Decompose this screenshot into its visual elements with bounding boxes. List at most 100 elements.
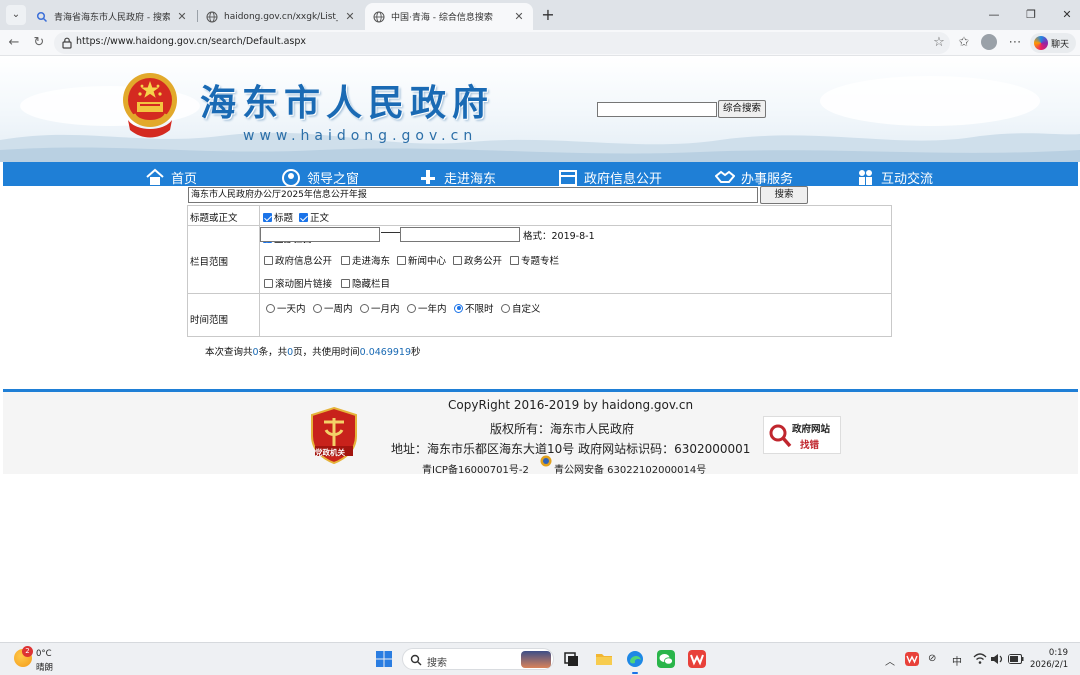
radio-label: 自定义 xyxy=(512,304,541,315)
search-highlight-image xyxy=(521,651,551,668)
windows-start-icon[interactable] xyxy=(375,650,393,668)
badge-line2: 找错 xyxy=(800,440,820,451)
wps-tray-icon[interactable] xyxy=(905,652,919,666)
scope-news-checkbox[interactable]: 新闻中心 xyxy=(397,253,446,267)
time-one-year-radio[interactable]: 一年内 xyxy=(407,301,447,315)
nav-item-home[interactable]: 首页 xyxy=(145,168,197,186)
checkbox-box[interactable] xyxy=(299,212,308,222)
network-off-icon[interactable]: ⊘ xyxy=(928,653,936,664)
weather-condition: 晴朗 xyxy=(36,663,54,673)
tab-qinghai-search[interactable]: 中国·青海 - 综合信息搜索 ✕ xyxy=(365,3,533,30)
volume-icon[interactable] xyxy=(990,653,1004,665)
checkbox-box[interactable] xyxy=(264,278,273,288)
copilot-chat-button[interactable]: 聊天 xyxy=(1030,33,1076,53)
checkbox-box[interactable] xyxy=(341,255,350,265)
time-unlimited-radio[interactable]: 不限时 xyxy=(454,301,494,315)
time-one-week-radio[interactable]: 一周内 xyxy=(313,301,353,315)
refresh-icon[interactable]: ↻ xyxy=(30,34,48,52)
keyword-search-button[interactable]: 搜索 xyxy=(760,186,808,204)
time-one-month-radio[interactable]: 一月内 xyxy=(360,301,400,315)
lock-icon[interactable] xyxy=(60,36,74,50)
radio-circle[interactable] xyxy=(266,303,275,313)
window-close-icon[interactable]: ✕ xyxy=(1058,6,1076,24)
checkbox-box[interactable] xyxy=(453,255,462,265)
keyword-search-input[interactable]: 海东市人民政府办公厅2025年信息公开年报 xyxy=(188,187,758,203)
scope-gov-info-checkbox[interactable]: 政府信息公开 xyxy=(264,253,332,267)
checkbox-box[interactable] xyxy=(263,212,272,222)
close-icon[interactable]: ✕ xyxy=(513,10,525,23)
nav-label: 走进海东 xyxy=(444,172,497,186)
footer-owner: 版权所有：海东市人民政府 xyxy=(490,422,635,436)
wechat-icon[interactable] xyxy=(657,650,675,668)
nav-item-gov-info[interactable]: 政府信息公开 xyxy=(558,168,662,186)
nav-item-about-haidong[interactable]: 走进海东 xyxy=(418,168,496,186)
tab-actions-menu-icon[interactable]: ⌄ xyxy=(6,5,26,25)
site-search-input[interactable] xyxy=(597,102,717,117)
taskbar-search-box[interactable]: 搜索 xyxy=(402,648,554,670)
radio-circle[interactable] xyxy=(454,303,463,313)
task-view-icon[interactable] xyxy=(562,650,580,668)
radio-circle[interactable] xyxy=(407,303,416,313)
scope-affairs-checkbox[interactable]: 政务公开 xyxy=(453,253,502,267)
input-method-indicator[interactable]: 中 xyxy=(952,653,962,668)
wps-office-icon[interactable] xyxy=(688,650,706,668)
new-tab-button[interactable]: + xyxy=(538,5,558,25)
checkbox-box[interactable] xyxy=(341,278,350,288)
battery-icon[interactable] xyxy=(1008,654,1024,664)
checkbox-box[interactable] xyxy=(510,255,519,265)
time-custom-radio[interactable]: 自定义 xyxy=(501,301,541,315)
calendar-icon xyxy=(559,170,577,186)
site-footer: 党政机关 CopyRight 2016-2019 by haidong.gov.… xyxy=(3,392,1078,476)
checkbox-box[interactable] xyxy=(264,255,273,265)
edge-browser-icon[interactable] xyxy=(626,650,644,668)
result-mid1: 条，共 xyxy=(258,347,288,358)
tray-overflow-chevron-icon[interactable]: ︿ xyxy=(885,653,895,668)
footer-address: 地址：海东市乐都区海东大道10号 政府网站标识码：6302000001 xyxy=(391,442,751,456)
time-one-day-radio[interactable]: 一天内 xyxy=(266,301,306,315)
restore-icon[interactable]: ❐ xyxy=(1022,6,1040,24)
scope-about-checkbox[interactable]: 走进海东 xyxy=(341,253,390,267)
close-icon[interactable]: ✕ xyxy=(176,10,188,23)
scope-hidden-checkbox[interactable]: 隐藏栏目 xyxy=(341,276,390,290)
body-checkbox[interactable]: 正文 xyxy=(299,210,329,224)
start-date-input[interactable] xyxy=(260,227,380,242)
nav-item-services[interactable]: 办事服务 xyxy=(715,168,793,186)
radio-circle[interactable] xyxy=(360,303,369,313)
result-suffix: 秒 xyxy=(411,347,421,358)
date-format-hint: 格式：2019-8-1 xyxy=(523,231,595,242)
checkbox-box[interactable] xyxy=(397,255,406,265)
scope-topics-checkbox[interactable]: 专题专栏 xyxy=(510,253,559,267)
favorite-star-icon[interactable]: ☆ xyxy=(930,34,948,52)
browser-toolbar: ← ↻ https://www.haidong.gov.cn/search/De… xyxy=(0,30,1080,56)
more-menu-icon[interactable]: ⋯ xyxy=(1006,34,1024,52)
radio-label: 一年内 xyxy=(418,304,447,315)
end-date-input[interactable] xyxy=(400,227,520,242)
footer-police-record[interactable]: 青公网安备 63022102000014号 xyxy=(554,461,706,476)
close-icon[interactable]: ✕ xyxy=(344,10,356,23)
file-explorer-icon[interactable] xyxy=(595,650,613,668)
title-checkbox[interactable]: 标题 xyxy=(263,210,293,224)
nav-item-leaders[interactable]: 领导之窗 xyxy=(281,168,359,186)
tab-haidong-search[interactable]: 青海省海东市人民政府 - 搜索 ✕ xyxy=(28,3,196,30)
site-search-button[interactable]: 综合搜索 xyxy=(718,100,766,118)
favorites-icon[interactable]: ✩ xyxy=(955,34,973,52)
checkbox-label: 政府信息公开 xyxy=(275,256,333,267)
radio-circle[interactable] xyxy=(313,303,322,313)
profile-avatar[interactable] xyxy=(981,34,997,50)
scope-scroll-images-checkbox[interactable]: 滚动图片链接 xyxy=(264,276,332,290)
checkbox-label: 新闻中心 xyxy=(408,256,447,267)
result-prefix: 本次查询共 xyxy=(205,347,253,358)
footer-icp[interactable]: 青ICP备16000701号-2 xyxy=(422,461,529,476)
tab-haidong-xxgk[interactable]: haidong.gov.cn/xxgk/List_wj.aspx? ✕ xyxy=(198,3,364,30)
radio-circle[interactable] xyxy=(501,303,510,313)
back-icon[interactable]: ← xyxy=(5,34,23,52)
system-clock[interactable]: 0:19 2026/2/1 xyxy=(1030,647,1068,671)
browser-tabstrip: ⌄ 青海省海东市人民政府 - 搜索 ✕ haidong.gov.cn/xxgk/… xyxy=(0,0,1080,30)
gov-site-error-report-badge[interactable]: 政府网站 找错 xyxy=(763,416,841,454)
party-gov-agency-badge[interactable]: 党政机关 xyxy=(309,406,359,465)
active-app-indicator xyxy=(632,672,638,674)
nav-item-interaction[interactable]: 互动交流 xyxy=(855,168,933,186)
minimize-icon[interactable]: — xyxy=(985,6,1003,24)
address-bar[interactable]: https://www.haidong.gov.cn/search/Defaul… xyxy=(54,32,950,54)
wifi-icon[interactable] xyxy=(973,653,987,665)
